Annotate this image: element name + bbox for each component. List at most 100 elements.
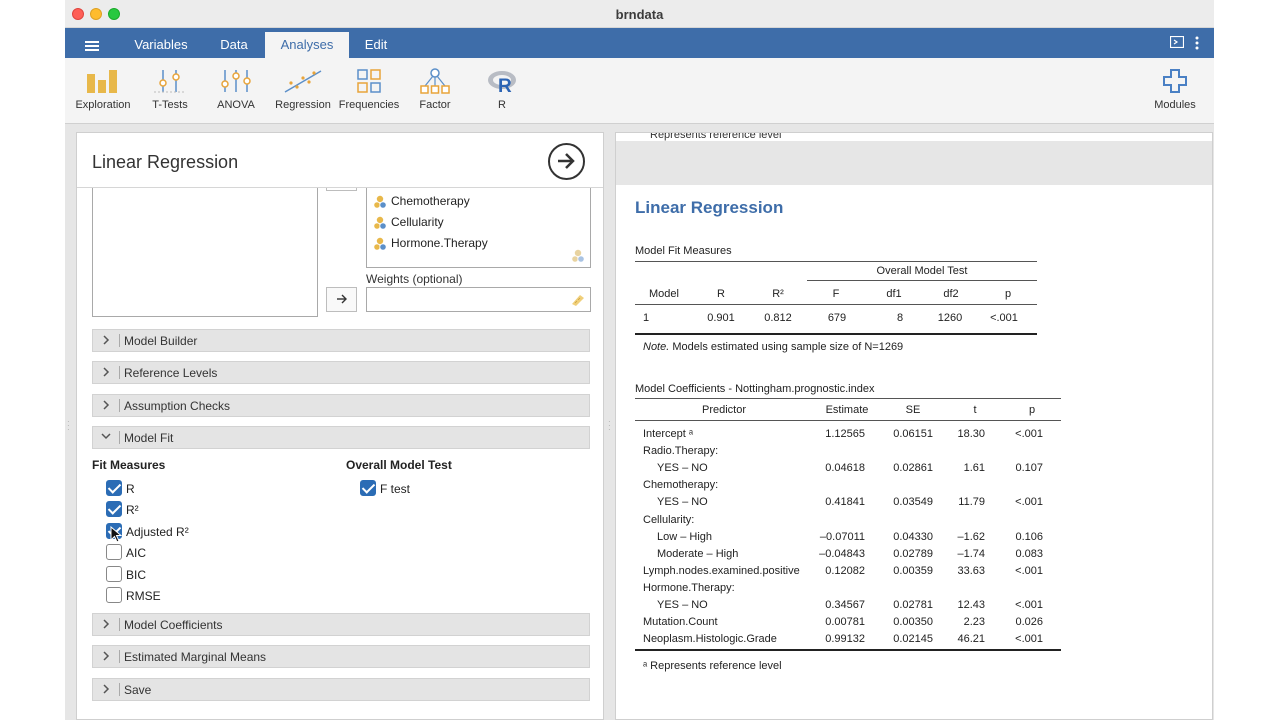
section-divider bbox=[119, 618, 120, 631]
table-rule bbox=[635, 649, 1061, 651]
bic-checkbox[interactable] bbox=[106, 566, 122, 582]
mouse-pointer-icon bbox=[110, 526, 122, 543]
tab-data[interactable]: Data bbox=[205, 32, 263, 58]
section-reference-levels[interactable]: Reference Levels bbox=[92, 361, 590, 384]
section-label: Model Builder bbox=[124, 334, 198, 348]
table-cell: 11.79 bbox=[958, 496, 985, 508]
results-panel: Represents reference level Linear Regres… bbox=[615, 132, 1213, 720]
f-test-checkbox-label: F test bbox=[380, 482, 411, 496]
table-cell: <.001 bbox=[1015, 633, 1043, 645]
model-fit-table[interactable]: Overall Model Test Model R R² F df1 df2 … bbox=[635, 261, 1037, 353]
predictor-cell: Moderate – High bbox=[657, 548, 739, 560]
table-footnote: ᵃ Represents reference level bbox=[643, 660, 782, 672]
frequencies-button[interactable]: Frequencies bbox=[334, 68, 404, 111]
t-tests-button[interactable]: T-Tests bbox=[135, 68, 205, 111]
section-model-fit[interactable]: Model Fit bbox=[92, 426, 590, 449]
run-analysis-button[interactable] bbox=[548, 143, 585, 180]
table-cell: 0.41841 bbox=[825, 496, 865, 508]
section-label: Estimated Marginal Means bbox=[124, 650, 267, 664]
column-header: R bbox=[717, 288, 725, 300]
table-rule bbox=[807, 280, 1037, 281]
more-options-icon[interactable] bbox=[1195, 36, 1199, 53]
table-cell: 0.026 bbox=[1015, 616, 1043, 628]
tab-variables[interactable]: Variables bbox=[125, 32, 197, 58]
predictor-cell: Chemotherapy: bbox=[643, 479, 719, 491]
arrow-right-icon bbox=[336, 294, 347, 304]
nominal-variable-icon bbox=[373, 195, 387, 209]
section-model-builder[interactable]: Model Builder bbox=[92, 329, 590, 352]
model-coefficients-table[interactable]: Predictor Estimate SE t p Intercept ᵃ 1.1… bbox=[635, 398, 1061, 678]
adjusted-r-squared-checkbox-label: Adjusted R² bbox=[126, 525, 189, 539]
section-estimated-marginal-means[interactable]: Estimated Marginal Means bbox=[92, 645, 590, 668]
column-header: F bbox=[832, 288, 840, 300]
table-cell: –0.04843 bbox=[819, 548, 865, 560]
rmse-checkbox[interactable] bbox=[106, 587, 122, 603]
r-button[interactable]: R R bbox=[467, 68, 537, 111]
aic-checkbox[interactable] bbox=[106, 544, 122, 560]
aic-checkbox-label: AIC bbox=[126, 546, 147, 560]
factors-list[interactable]: Chemotherapy Cellularity Hormone.Therapy bbox=[366, 188, 591, 268]
table-cell: 0.06151 bbox=[893, 428, 933, 440]
section-save[interactable]: Save bbox=[92, 678, 590, 701]
title-bar: brndata bbox=[65, 0, 1214, 28]
results-title[interactable]: Linear Regression bbox=[635, 198, 783, 218]
t-tests-icon bbox=[154, 70, 186, 93]
exploration-button[interactable]: Exploration bbox=[68, 68, 138, 111]
r-squared-checkbox[interactable] bbox=[106, 501, 122, 517]
result-separator-band bbox=[616, 141, 1212, 185]
column-header: p bbox=[1004, 288, 1012, 300]
panel-toggle-icon[interactable] bbox=[1169, 35, 1185, 51]
chevron-right-icon bbox=[103, 335, 110, 345]
table-cell: <.001 bbox=[1015, 565, 1043, 577]
tab-edit[interactable]: Edit bbox=[355, 32, 397, 58]
arrow-right-circle-icon bbox=[558, 153, 575, 169]
table-cell: 0.34567 bbox=[825, 599, 865, 611]
table-cell: 0.901 bbox=[707, 312, 735, 324]
table-cell: 0.00359 bbox=[893, 565, 933, 577]
plus-icon bbox=[1163, 69, 1187, 93]
chevron-right-icon bbox=[103, 367, 110, 377]
desktop-left bbox=[0, 0, 65, 720]
move-to-weights-button[interactable] bbox=[326, 287, 357, 312]
table-cell: 2.23 bbox=[963, 616, 985, 628]
weights-label: Weights (optional) bbox=[366, 272, 463, 286]
available-variables-list[interactable] bbox=[92, 188, 318, 317]
section-divider bbox=[119, 334, 120, 347]
modules-button[interactable]: Modules bbox=[1140, 68, 1210, 111]
r-logo-icon: R bbox=[488, 71, 516, 94]
move-variable-button-partial[interactable] bbox=[326, 188, 357, 191]
desktop-right bbox=[1214, 0, 1280, 720]
regression-button[interactable]: Regression bbox=[268, 68, 338, 111]
table-cell: 1 bbox=[643, 312, 650, 324]
anova-button[interactable]: ANOVA bbox=[201, 68, 271, 111]
model-coefficients-table-title: Model Coefficients - Nottingham.prognost… bbox=[635, 383, 875, 395]
r-squared-checkbox-label: R² bbox=[126, 503, 139, 517]
center-splitter-handle[interactable]: · · · bbox=[608, 418, 611, 434]
svg-text:R: R bbox=[498, 76, 512, 94]
left-splitter-handle[interactable]: · · · bbox=[67, 418, 70, 434]
table-cell: 0.02145 bbox=[893, 633, 933, 645]
table-cell: 0.04330 bbox=[893, 531, 933, 543]
table-cell: 1260 bbox=[937, 312, 963, 324]
overall-model-test-heading: Overall Model Test bbox=[346, 458, 452, 472]
chevron-down-icon bbox=[101, 433, 111, 440]
r-checkbox[interactable] bbox=[106, 480, 122, 496]
section-divider bbox=[119, 366, 120, 379]
table-cell: –1.62 bbox=[957, 531, 985, 543]
hamburger-menu-icon[interactable] bbox=[85, 41, 99, 51]
app-window: brndata Variables Data Analyses Edit Exp… bbox=[65, 0, 1214, 720]
weights-input[interactable] bbox=[366, 287, 591, 312]
section-label: Save bbox=[124, 683, 152, 697]
section-model-coefficients[interactable]: Model Coefficients bbox=[92, 613, 590, 636]
table-cell: 0.03549 bbox=[893, 496, 933, 508]
chevron-right-icon bbox=[103, 619, 110, 629]
section-assumption-checks[interactable]: Assumption Checks bbox=[92, 394, 590, 417]
tab-analyses[interactable]: Analyses bbox=[265, 32, 349, 58]
column-header: df1 bbox=[886, 288, 902, 300]
predictor-cell: Cellularity: bbox=[643, 514, 695, 526]
section-divider bbox=[119, 399, 120, 412]
factor-button[interactable]: Factor bbox=[400, 68, 470, 111]
f-test-checkbox[interactable] bbox=[360, 480, 376, 496]
table-cell: 0.00350 bbox=[893, 616, 933, 628]
table-rule bbox=[635, 398, 1061, 399]
